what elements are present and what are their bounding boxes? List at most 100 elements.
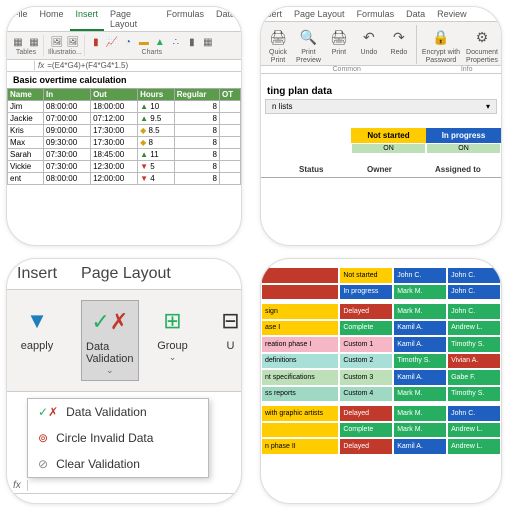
toggle-on[interactable]: ON [426,143,501,154]
funnel-icon: ▼ [17,304,57,338]
status-cell: Custom 3 [339,369,393,386]
online-pic-icon[interactable]: 🖼 [66,35,80,49]
picture-icon[interactable]: 🖼 [50,35,64,49]
tab[interactable]: Page Layout [288,7,351,21]
status-cell: Not started [339,267,393,284]
ribbon-tabs: File Home Insert Page Layout Formulas Da… [7,7,241,32]
ungroup-button[interactable]: ⊟ U [207,300,243,356]
ribbon-body: 🖨Quick Print🔍Print Preview🖨Print↶Undo↷Re… [261,22,501,66]
button-icon: 🖨 [327,25,351,49]
table-row[interactable]: Vickie07:30:0012:30:00▼ 58 [8,161,241,173]
table-row[interactable]: Jim08:00:0018:00:00▲ 108 [8,101,241,113]
table-row[interactable]: Jackie07:00:0007:12:00▲ 9.58 [8,113,241,125]
status-not-started: Not started [351,128,426,143]
ribbon-button[interactable]: 🔍Print Preview [293,25,324,64]
menu-circle-invalid[interactable]: ⊚ Circle Invalid Data [28,425,208,451]
status-row[interactable]: ss reportsCustom 4Mark M.Timothy S. [261,386,501,403]
owner-cell: Kamil A. [393,320,447,337]
tab-formulas[interactable]: Formulas [160,7,210,31]
status-cell: Custom 2 [339,353,393,370]
row-label: n phase II [261,438,339,455]
plan-title: ting plan data [261,80,501,99]
tab[interactable]: Formulas [351,7,401,21]
scatter-chart-icon[interactable]: ∴ [169,35,183,49]
status-row[interactable]: In progressMark M.John C. [261,284,501,301]
table-row[interactable]: ent08:00:0012:00:00▼ 48 [8,173,241,185]
col-header: In [44,89,91,101]
formula-content[interactable]: =(E4*G4)+(F4*G4*1.5) [47,61,128,70]
tab-insert[interactable]: Insert [17,265,57,283]
owner-cell: Kamil A. [393,369,447,386]
row-label: nt specifications [261,369,339,386]
tab[interactable]: Review [431,7,473,21]
table-row[interactable]: Kris09:00:0017:30:00◆ 8.58 [8,125,241,137]
table-icon[interactable]: ▦ [27,35,41,49]
column-chart-icon[interactable]: ▮ [89,35,103,49]
fx-label[interactable]: fx [35,61,47,70]
assigned-cell: John C. [447,284,501,301]
name-box[interactable] [10,61,35,70]
hierarchy-chart-icon[interactable]: ▦ [201,35,215,49]
status-row[interactable]: signDelayedMark M.John C. [261,303,501,320]
menu-data-validation[interactable]: ✓✗ Data Validation [28,399,208,425]
ribbon-body: ▼ eapply ✓✗ Data Validation ⌄ ⊞ Group ⌄ … [7,290,241,392]
status-row[interactable]: nt specificationsCustom 3Kamil A.Gabe F. [261,369,501,386]
status-cell: In progress [339,284,393,301]
tab-page-layout[interactable]: Page Layout [104,7,160,31]
ribbon-button[interactable]: 🖨Quick Print [263,25,293,64]
status-row[interactable]: reation phase ICustom 1Kamil A.Timothy S… [261,336,501,353]
tab-page-layout[interactable]: Page Layout [81,265,171,283]
table-row[interactable]: Max09:30:0017:30:00◆ 88 [8,137,241,149]
group-button[interactable]: ⊞ Group ⌄ [149,300,197,367]
tab-home[interactable]: Home [34,7,70,31]
col-header: Hours [138,89,175,101]
assigned-cell: Andrew L. [447,320,501,337]
ribbon-button[interactable]: 🖨Print [324,25,354,64]
lists-dropdown[interactable]: n lists ▾ [265,99,497,114]
assigned-cell: John C. [447,405,501,422]
ribbon-button[interactable]: ⚙Document Properties [463,25,501,64]
ribbon-button[interactable]: ↷Redo [384,25,414,64]
status-cell: Delayed [339,438,393,455]
data-validation-button[interactable]: ✓✗ Data Validation ⌄ [81,300,139,381]
col-assigned: Assigned to [433,162,501,178]
owner-cell: Kamil A. [393,438,447,455]
fx-label[interactable]: fx [13,480,21,491]
tab-insert[interactable]: Insert [70,7,105,31]
row-label: with graphic artists [261,405,339,422]
owner-cell: Timothy S. [393,353,447,370]
row-label: definitions [261,353,339,370]
tab[interactable]: sert [261,7,288,21]
tab-file[interactable]: File [7,7,34,31]
line-chart-icon[interactable]: 📈 [105,35,119,49]
status-row[interactable]: Not startedJohn C.John C. [261,267,501,284]
toggle-on[interactable]: ON [351,143,426,154]
status-row[interactable]: definitionsCustom 2Timothy S.Vivian A. [261,353,501,370]
status-row[interactable]: ase ICompleteKamil A.Andrew L. [261,320,501,337]
pie-chart-icon[interactable]: ◔ [121,35,135,49]
col-header: Regular [174,89,219,101]
status-row[interactable]: with graphic artistsDelayedMark M.John C… [261,405,501,422]
area-chart-icon[interactable]: ▲ [153,35,167,49]
pivot-table-icon[interactable]: ▦ [11,35,25,49]
colored-status-rows-card: Not startedJohn C.John C.In progressMark… [260,258,502,504]
assigned-cell: Timothy S. [447,336,501,353]
reapply-button[interactable]: ▼ eapply [13,300,61,356]
status-cell: Custom 4 [339,386,393,403]
ribbon-button[interactable]: 🔒Encrypt with Password [419,25,463,64]
bar-chart-icon[interactable]: ▬ [137,35,151,49]
overtime-sheet-card: File Home Insert Page Layout Formulas Da… [6,6,242,246]
statistic-chart-icon[interactable]: ▮ [185,35,199,49]
assigned-cell: John C. [447,303,501,320]
status-row[interactable]: CompleteMark M.Andrew L. [261,422,501,439]
menu-clear-validation[interactable]: ⊘ Clear Validation [28,451,208,477]
ribbon-button[interactable]: ↶Undo [354,25,384,64]
owner-cell: Mark M. [393,303,447,320]
table-row[interactable]: Sarah07:30:0018:45:00▲ 118 [8,149,241,161]
tab[interactable]: Data [400,7,431,21]
status-row[interactable]: n phase IIDelayedKamil A.Andrew L. [261,438,501,455]
owner-cell: John C. [393,267,447,284]
status-cell: Delayed [339,405,393,422]
tab-data[interactable]: Data [210,7,241,31]
status-cell: Complete [339,320,393,337]
